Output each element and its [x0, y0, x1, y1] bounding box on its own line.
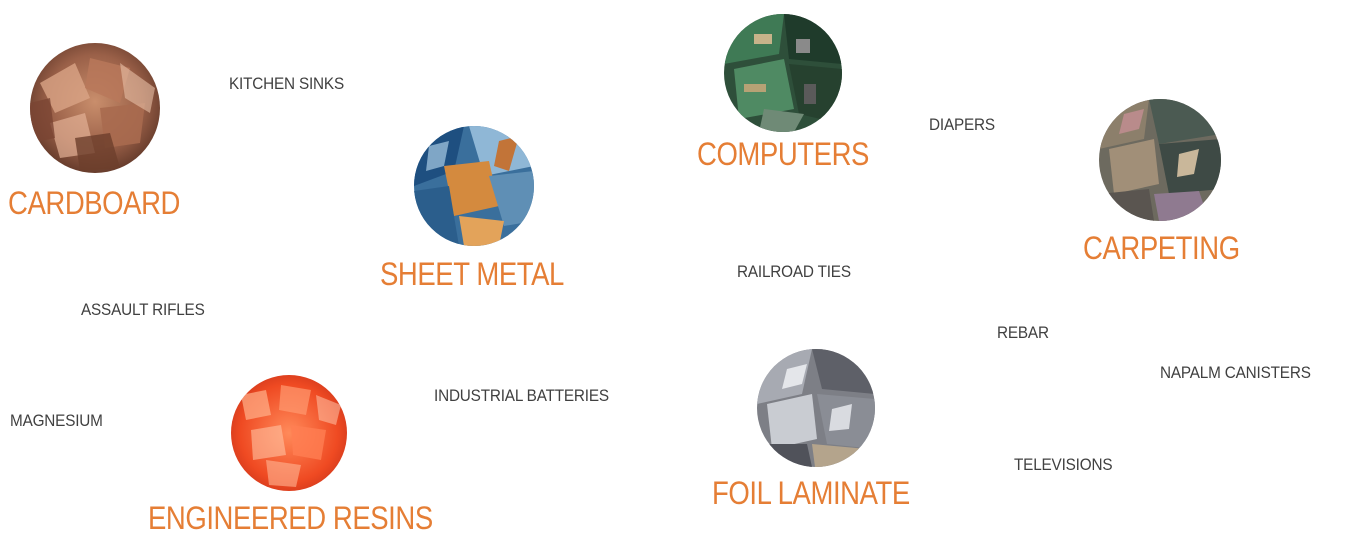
assault-rifles-label: ASSAULT RIFLES [81, 300, 205, 319]
shredded-carpet-photo [1099, 99, 1221, 221]
cardboard-label: CARDBOARD [8, 185, 180, 221]
televisions-label: TELEVISIONS [1014, 455, 1113, 474]
sheet-metal-label: SHEET METAL [380, 256, 564, 292]
engineered-resins-label: ENGINEERED RESINS [148, 500, 433, 536]
circuit-board-scrap-photo [724, 14, 842, 132]
rebar-label: REBAR [997, 323, 1049, 342]
carpeting-label: CARPETING [1083, 230, 1240, 266]
diapers-label: DIAPERS [929, 115, 995, 134]
scrap-sheet-metal-photo [414, 126, 534, 246]
shredded-cardboard-photo [30, 43, 160, 173]
computers-label: COMPUTERS [697, 136, 869, 172]
resin-pellets-photo [231, 375, 347, 491]
kitchen-sinks-label: KITCHEN SINKS [229, 74, 344, 93]
industrial-batteries-label: INDUSTRIAL BATTERIES [434, 386, 609, 405]
crushed-foil-photo [757, 349, 875, 467]
foil-laminate-label: FOIL LAMINATE [712, 475, 910, 511]
railroad-ties-label: RAILROAD TIES [737, 262, 851, 281]
magnesium-label: MAGNESIUM [10, 411, 103, 430]
napalm-canisters-label: NAPALM CANISTERS [1160, 363, 1311, 382]
